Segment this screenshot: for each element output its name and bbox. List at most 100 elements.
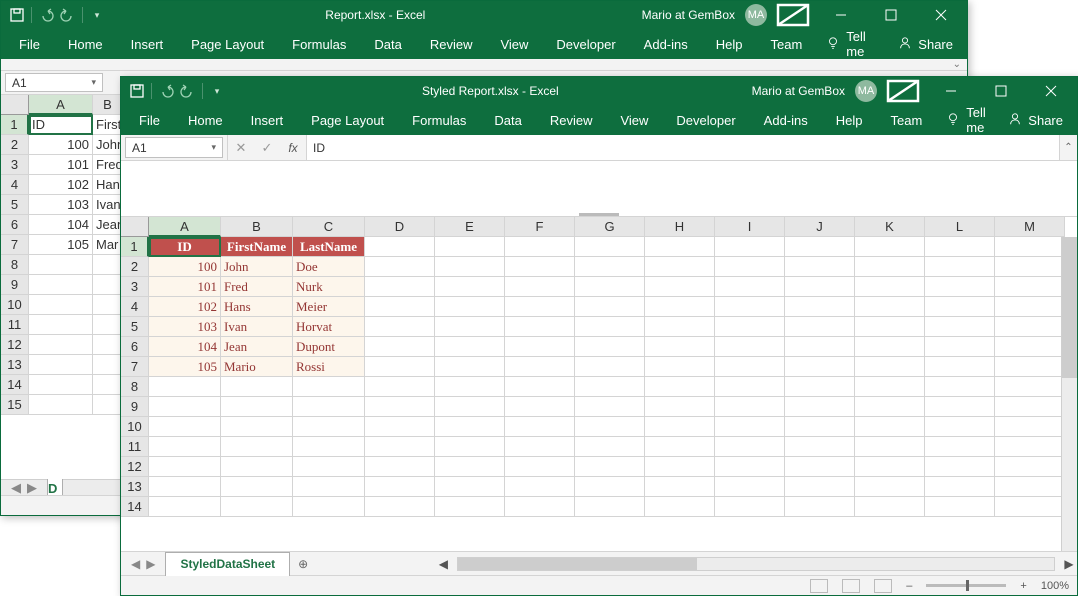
cell[interactable]: [995, 497, 1065, 517]
cell[interactable]: [995, 237, 1065, 257]
cell[interactable]: [435, 417, 505, 437]
cell[interactable]: [855, 257, 925, 277]
name-box[interactable]: A1 ▾: [125, 137, 223, 158]
horizontal-scrollbar[interactable]: [457, 557, 1055, 571]
cell[interactable]: [505, 497, 575, 517]
cell[interactable]: [855, 237, 925, 257]
cell[interactable]: [925, 317, 995, 337]
cell[interactable]: [995, 417, 1065, 437]
cell[interactable]: [925, 397, 995, 417]
cell[interactable]: [645, 437, 715, 457]
column-header[interactable]: A: [29, 95, 93, 115]
row-header[interactable]: 7: [1, 235, 29, 255]
ribbon-tab-formulas[interactable]: Formulas: [398, 105, 480, 135]
cell[interactable]: [645, 337, 715, 357]
expand-ribbon-icon[interactable]: ⌄: [953, 59, 961, 70]
cell[interactable]: [715, 477, 785, 497]
cell[interactable]: [575, 377, 645, 397]
cell[interactable]: [925, 237, 995, 257]
cell[interactable]: [149, 417, 221, 437]
cell[interactable]: [855, 357, 925, 377]
cell[interactable]: [925, 497, 995, 517]
cell[interactable]: [365, 357, 435, 377]
save-icon[interactable]: [9, 7, 25, 23]
column-header[interactable]: A: [149, 217, 221, 237]
column-header[interactable]: J: [785, 217, 855, 237]
cell[interactable]: Rossi: [293, 357, 365, 377]
cell[interactable]: [505, 397, 575, 417]
cell[interactable]: [149, 497, 221, 517]
cancel-formula-icon[interactable]: ✕: [228, 135, 254, 160]
cell[interactable]: [925, 297, 995, 317]
cell[interactable]: [715, 297, 785, 317]
tell-me-search[interactable]: Tell me: [936, 105, 998, 135]
cell[interactable]: [93, 395, 123, 415]
cell[interactable]: [995, 337, 1065, 357]
sheet-tab[interactable]: StyledDataSheet: [165, 552, 290, 576]
cell[interactable]: [575, 397, 645, 417]
ribbon-tab-formulas[interactable]: Formulas: [278, 29, 360, 59]
formula-input[interactable]: ID: [306, 135, 1059, 160]
cell[interactable]: [855, 437, 925, 457]
cell[interactable]: [505, 337, 575, 357]
name-box[interactable]: A1 ▾: [5, 73, 103, 92]
hscroll-right-icon[interactable]: ▶: [1061, 557, 1077, 571]
cell[interactable]: [505, 417, 575, 437]
ribbon-tab-help[interactable]: Help: [822, 105, 877, 135]
cell[interactable]: [995, 397, 1065, 417]
row-header[interactable]: 10: [1, 295, 29, 315]
page-break-view-icon[interactable]: [874, 579, 892, 593]
cell[interactable]: [995, 457, 1065, 477]
cell[interactable]: Jean: [221, 337, 293, 357]
cell[interactable]: [505, 357, 575, 377]
column-header[interactable]: M: [995, 217, 1065, 237]
cell[interactable]: Ivan: [93, 195, 123, 215]
cell[interactable]: [645, 277, 715, 297]
cell[interactable]: [715, 457, 785, 477]
cell[interactable]: [645, 357, 715, 377]
cell[interactable]: [505, 437, 575, 457]
cell[interactable]: Jean: [93, 215, 123, 235]
ribbon-tab-review[interactable]: Review: [536, 105, 607, 135]
cell[interactable]: 105: [149, 357, 221, 377]
column-header[interactable]: C: [293, 217, 365, 237]
cell[interactable]: [855, 337, 925, 357]
cell[interactable]: [855, 277, 925, 297]
cell[interactable]: [785, 257, 855, 277]
cell[interactable]: 101: [149, 277, 221, 297]
cell[interactable]: [93, 275, 123, 295]
cell[interactable]: [785, 317, 855, 337]
cell[interactable]: [505, 257, 575, 277]
cell[interactable]: [995, 477, 1065, 497]
cell[interactable]: Nurk: [293, 277, 365, 297]
cell[interactable]: John: [221, 257, 293, 277]
cell[interactable]: [435, 377, 505, 397]
cell[interactable]: [505, 377, 575, 397]
cell[interactable]: [435, 257, 505, 277]
share-button[interactable]: Share: [888, 36, 963, 53]
cell[interactable]: [149, 437, 221, 457]
ribbon-tab-home[interactable]: Home: [174, 105, 237, 135]
cell[interactable]: [855, 477, 925, 497]
cell[interactable]: [995, 437, 1065, 457]
account-name[interactable]: Mario at GemBox: [748, 84, 849, 98]
cell[interactable]: [435, 337, 505, 357]
cell[interactable]: [293, 397, 365, 417]
column-header[interactable]: E: [435, 217, 505, 237]
cell[interactable]: [221, 457, 293, 477]
cell[interactable]: [995, 357, 1065, 377]
row-header[interactable]: 15: [1, 395, 29, 415]
cell[interactable]: [365, 457, 435, 477]
ribbon-tab-data[interactable]: Data: [480, 105, 535, 135]
cell[interactable]: [925, 277, 995, 297]
row-header[interactable]: 12: [121, 457, 149, 477]
cell[interactable]: Han: [93, 175, 123, 195]
cell[interactable]: Meier: [293, 297, 365, 317]
cell[interactable]: [29, 375, 93, 395]
cell[interactable]: [365, 397, 435, 417]
cell[interactable]: [575, 237, 645, 257]
cell[interactable]: Mario: [221, 357, 293, 377]
column-header[interactable]: G: [575, 217, 645, 237]
cell[interactable]: [505, 317, 575, 337]
cell[interactable]: [293, 377, 365, 397]
